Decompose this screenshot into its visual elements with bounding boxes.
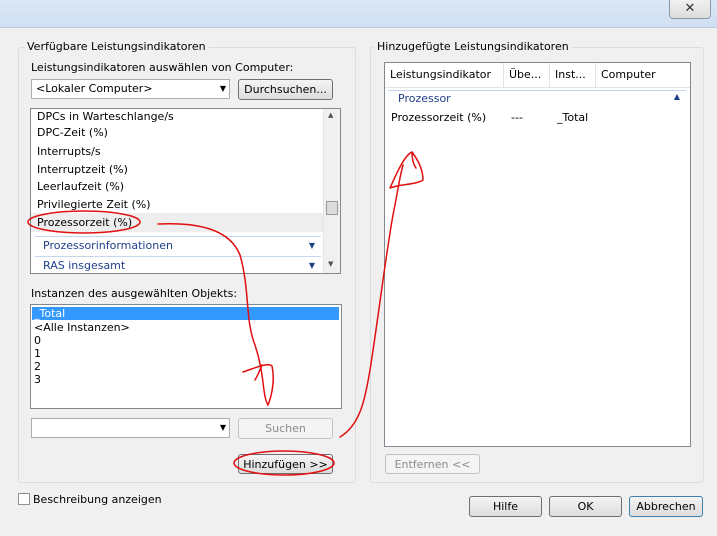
- ok-button[interactable]: OK: [549, 496, 622, 517]
- list-item[interactable]: DPC-Zeit (%): [37, 126, 108, 140]
- title-bar: [0, 0, 717, 28]
- category-ras-insgesamt[interactable]: RAS insgesamt ▼: [35, 256, 321, 273]
- instances-list[interactable]: _Total <Alle Instanzen> 0 1 2 3: [30, 304, 342, 409]
- column-header-row: Leistungsindikator Übe... Inst... Comput…: [385, 63, 690, 88]
- scroll-down-icon[interactable]: ▼: [328, 260, 333, 268]
- category-label: Prozessorinformationen: [43, 239, 173, 252]
- add-button[interactable]: Hinzufügen >>: [238, 454, 333, 474]
- instance-item[interactable]: 2: [34, 360, 41, 373]
- show-description-checkbox[interactable]: [18, 493, 30, 505]
- list-item[interactable]: Interruptzeit (%): [37, 163, 128, 177]
- list-item[interactable]: Privilegierte Zeit (%): [37, 198, 151, 212]
- added-counters-list[interactable]: Leistungsindikator Übe... Inst... Comput…: [384, 62, 691, 447]
- instance-item[interactable]: 0: [34, 334, 41, 347]
- list-item-selected[interactable]: Prozessorzeit (%): [37, 216, 132, 230]
- cancel-button[interactable]: Abbrechen: [629, 496, 703, 517]
- computer-select[interactable]: <Lokaler Computer> ▼: [31, 79, 230, 99]
- instance-selected-highlight: [32, 307, 339, 320]
- help-button[interactable]: Hilfe: [469, 496, 542, 517]
- close-icon: ✕: [684, 1, 696, 16]
- search-button[interactable]: Suchen: [238, 418, 333, 439]
- scroll-up-icon[interactable]: ▲: [328, 111, 333, 119]
- instances-label: Instanzen des ausgewählten Objekts:: [31, 287, 238, 300]
- column-header-instance[interactable]: Inst...: [550, 63, 596, 87]
- category-prozessorinformationen[interactable]: Prozessorinformationen ▼: [35, 236, 321, 253]
- computer-select-value: <Lokaler Computer>: [36, 82, 153, 95]
- show-description-label[interactable]: Beschreibung anzeigen: [33, 493, 162, 506]
- instance-item[interactable]: 1: [34, 347, 41, 360]
- search-combo[interactable]: ▼: [31, 418, 230, 438]
- chevron-up-icon: ▲: [673, 92, 680, 101]
- counter-list-scrollbar[interactable]: ▲ ▼: [323, 109, 340, 273]
- column-header-parent[interactable]: Übe...: [504, 63, 550, 87]
- column-header-counter[interactable]: Leistungsindikator: [385, 63, 504, 87]
- instance-item[interactable]: 3: [34, 373, 41, 386]
- available-counters-title: Verfügbare Leistungsindikatoren: [24, 40, 209, 53]
- list-item[interactable]: DPCs in Warteschlange/s: [37, 110, 174, 124]
- list-item[interactable]: Interrupts/s: [37, 145, 101, 159]
- category-label: Prozessor: [398, 92, 451, 105]
- list-item[interactable]: Leerlaufzeit (%): [37, 180, 124, 194]
- counter-list[interactable]: DPCs in Warteschlange/s DPC-Zeit (%) Int…: [30, 108, 341, 274]
- chevron-down-icon: ▼: [308, 261, 315, 270]
- row-counter: Prozessorzeit (%): [391, 111, 487, 124]
- row-parent: ---: [511, 111, 523, 124]
- chevron-down-icon: ▼: [219, 84, 226, 93]
- browse-button[interactable]: Durchsuchen...: [238, 79, 333, 100]
- added-counters-title: Hinzugefügte Leistungsindikatoren: [374, 40, 572, 53]
- table-row[interactable]: Prozessorzeit (%) --- _Total: [385, 111, 690, 127]
- category-label: RAS insgesamt: [43, 259, 126, 272]
- chevron-down-icon: ▼: [219, 423, 226, 432]
- column-header-computer[interactable]: Computer: [596, 63, 690, 87]
- scroll-thumb[interactable]: [326, 201, 338, 215]
- row-instance: _Total: [557, 111, 589, 124]
- instance-item-selected[interactable]: _Total: [34, 307, 65, 320]
- category-prozessor[interactable]: Prozessor ▲: [388, 90, 686, 106]
- instance-item[interactable]: <Alle Instanzen>: [34, 321, 130, 334]
- close-button[interactable]: ✕: [669, 0, 711, 19]
- computer-label: Leistungsindikatoren auswählen von Compu…: [31, 61, 294, 74]
- chevron-down-icon: ▼: [308, 241, 315, 250]
- remove-button[interactable]: Entfernen <<: [385, 454, 480, 474]
